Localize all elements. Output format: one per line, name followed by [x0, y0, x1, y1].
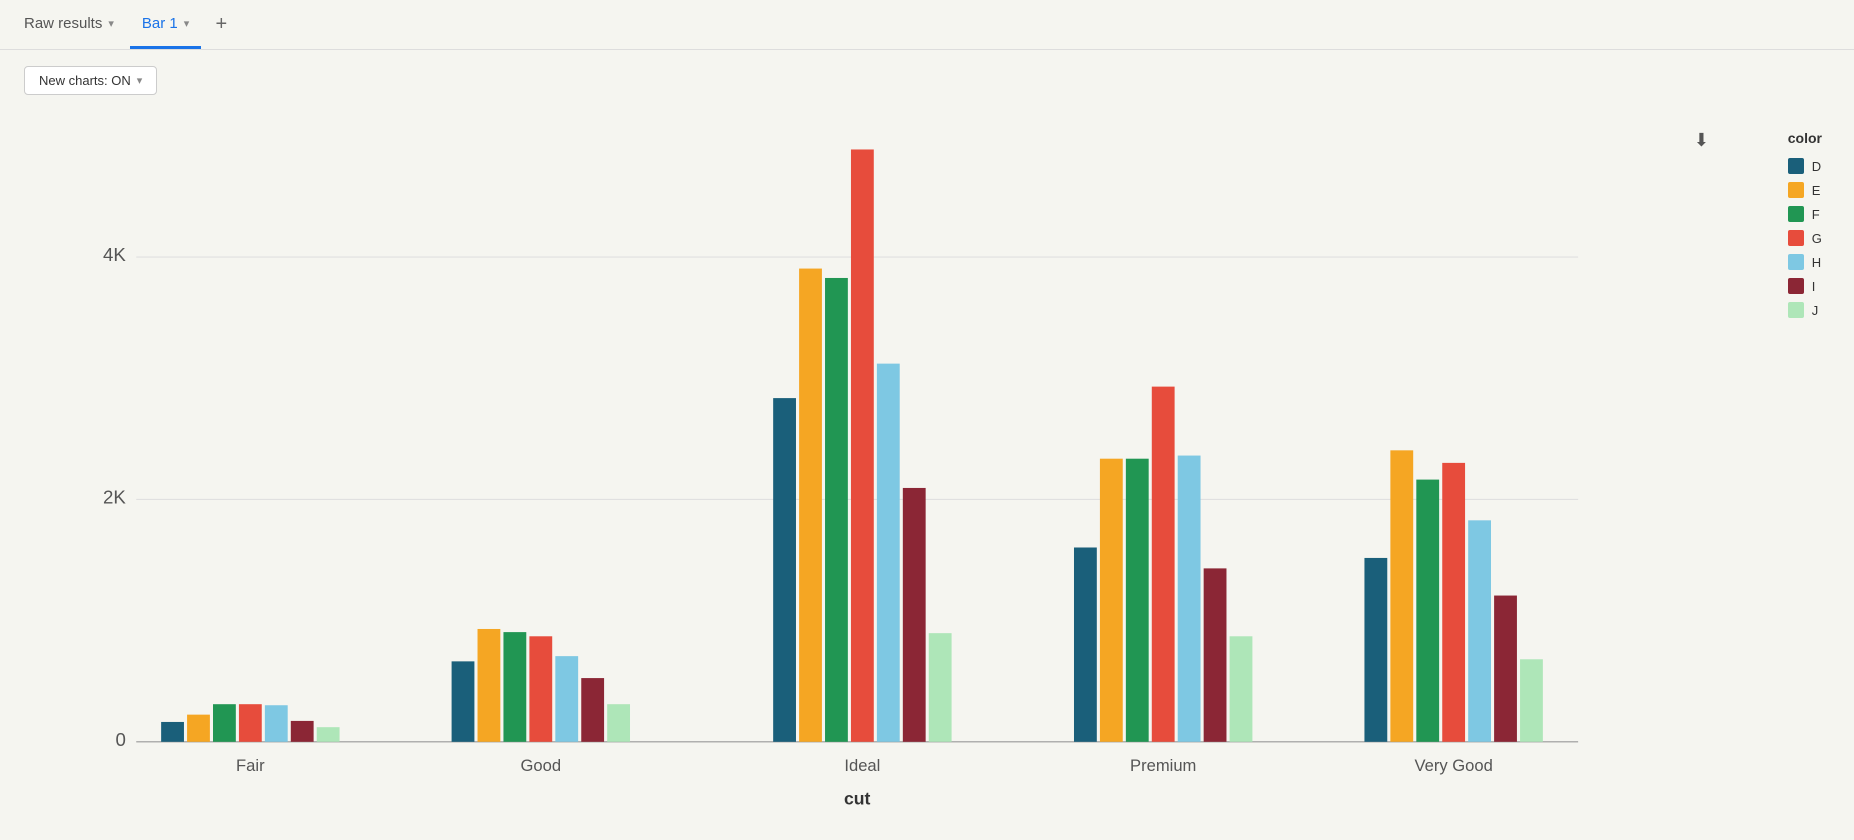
bar-ideal-G — [851, 149, 874, 741]
chart-svg-wrapper: 4K 2K 0 — [74, 115, 1630, 825]
bar-premium-D — [1074, 547, 1097, 741]
tab-bar1-label: Bar 1 — [142, 15, 178, 32]
bar-good-E — [478, 629, 501, 742]
bar-good-F — [503, 632, 526, 742]
bar-premium-F — [1126, 459, 1149, 742]
bar-fair-D — [161, 722, 184, 742]
bar-verygood-D — [1364, 558, 1387, 742]
bar-premium-G — [1152, 387, 1175, 742]
bar-premium-E — [1100, 459, 1123, 742]
bar-premium-J — [1230, 636, 1253, 742]
bar-good-G — [529, 636, 552, 742]
bar-good-I — [581, 678, 604, 742]
tab-bar: Raw results ▾ Bar 1 ▾ + — [0, 0, 1854, 50]
bar-good-H — [555, 656, 578, 742]
bar-verygood-J — [1520, 659, 1543, 742]
bar-fair-G — [239, 704, 262, 742]
bar-ideal-D — [773, 398, 796, 742]
bar-fair-E — [187, 715, 210, 742]
bar-verygood-E — [1390, 450, 1413, 741]
bar-fair-J — [317, 727, 340, 742]
new-charts-label: New charts: ON — [39, 73, 131, 88]
bar-premium-I — [1204, 568, 1227, 741]
svg-text:Good: Good — [521, 756, 562, 775]
bar-ideal-E — [799, 269, 822, 742]
bar-fair-H — [265, 705, 288, 742]
bar-premium-H — [1178, 456, 1201, 742]
tab-raw-results-label: Raw results — [24, 15, 102, 32]
bar-fair-F — [213, 704, 236, 742]
toolbar: New charts: ON ▾ — [24, 66, 1830, 95]
tab-bar1-chevron[interactable]: ▾ — [184, 17, 190, 30]
svg-text:2K: 2K — [103, 487, 126, 508]
bar-verygood-I — [1494, 596, 1517, 742]
new-charts-toggle[interactable]: New charts: ON ▾ — [24, 66, 157, 95]
bar-good-D — [452, 661, 475, 741]
svg-text:Premium: Premium — [1130, 756, 1196, 775]
bar-verygood-H — [1468, 520, 1491, 741]
bar-verygood-G — [1442, 463, 1465, 742]
tab-raw-results-chevron[interactable]: ▾ — [108, 17, 114, 30]
chart-area: COUNT(price) 4K 2K 0 — [24, 115, 1830, 825]
add-tab-button[interactable]: + — [205, 9, 237, 41]
bar-ideal-J — [929, 633, 952, 742]
bar-chart: 4K 2K 0 — [74, 115, 1630, 825]
bar-ideal-I — [903, 488, 926, 742]
bar-ideal-F — [825, 278, 848, 742]
bar-fair-I — [291, 721, 314, 742]
svg-text:Ideal: Ideal — [844, 756, 880, 775]
svg-text:Fair: Fair — [236, 756, 265, 775]
chart-container: New charts: ON ▾ ⬇ color D E F G H I — [0, 50, 1854, 840]
svg-text:0: 0 — [115, 729, 125, 750]
svg-text:4K: 4K — [103, 244, 126, 265]
svg-text:Very Good: Very Good — [1414, 756, 1492, 775]
svg-text:cut: cut — [844, 788, 871, 808]
bar-good-J — [607, 704, 630, 742]
tab-raw-results[interactable]: Raw results ▾ — [12, 0, 126, 49]
tab-bar1[interactable]: Bar 1 ▾ — [130, 0, 201, 49]
new-charts-chevron: ▾ — [137, 74, 143, 87]
bar-ideal-H — [877, 364, 900, 742]
bar-verygood-F — [1416, 480, 1439, 742]
